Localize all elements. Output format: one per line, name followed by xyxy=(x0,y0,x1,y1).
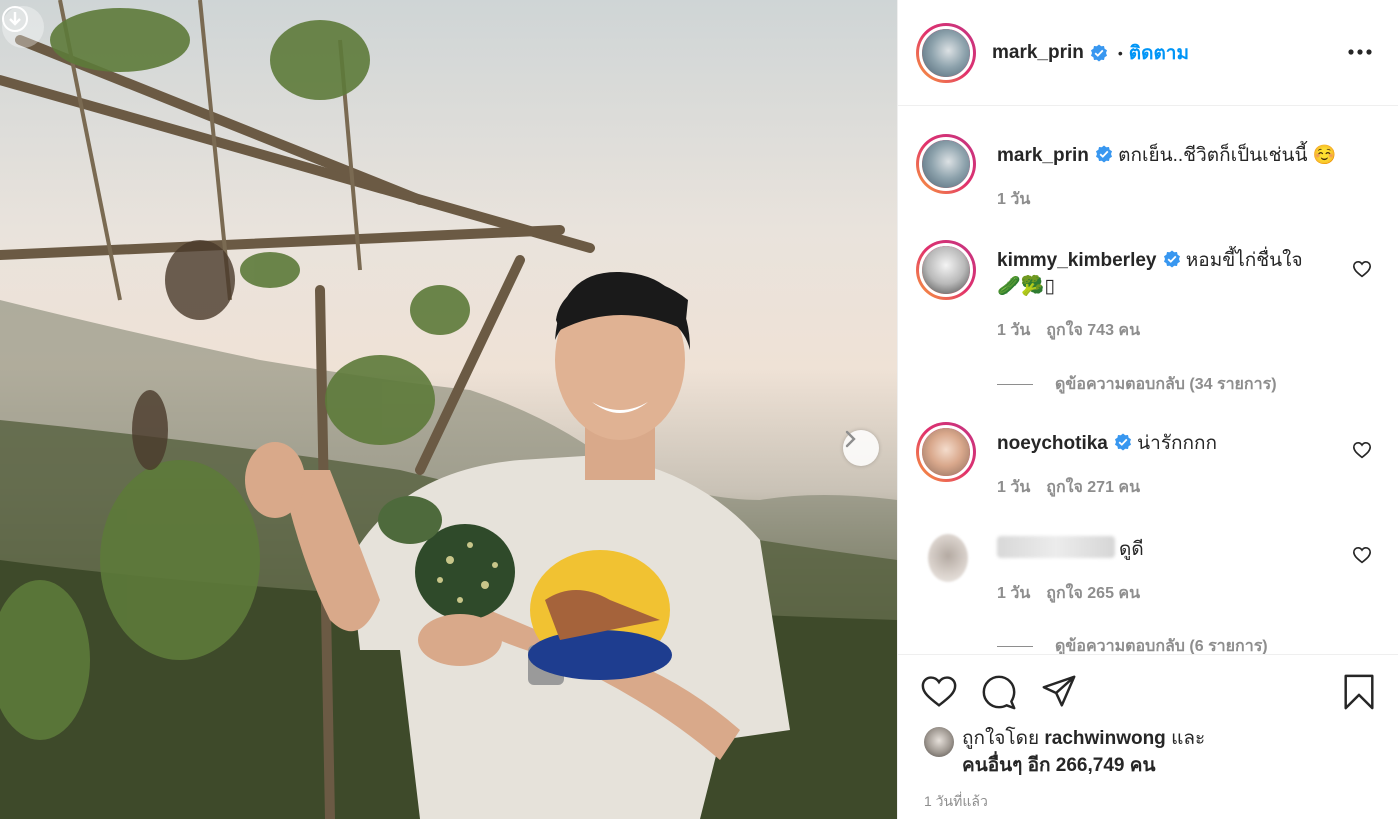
commenter-username[interactable]: kimmy_kimberley xyxy=(997,250,1157,271)
comment-icon[interactable] xyxy=(980,673,1018,711)
post-header: mark_prin • ติดตาม xyxy=(898,0,1398,106)
comment-likes[interactable]: ถูกใจ 743 คน xyxy=(1046,322,1140,339)
blurred-username[interactable] xyxy=(997,536,1115,558)
follow-button[interactable]: ติดตาม xyxy=(1129,38,1189,68)
post-side-panel: mark_prin • ติดตาม mark_prin ตกเย็น..ชีว… xyxy=(897,0,1398,819)
caption-text: ตกเย็น..ชีวิตก็เป็นเช่นนี้ ☺️ xyxy=(1118,145,1337,166)
download-icon xyxy=(2,6,28,32)
heart-icon[interactable] xyxy=(920,673,958,711)
commenter-avatar[interactable] xyxy=(916,422,976,482)
commenter-username[interactable]: noeychotika xyxy=(997,433,1108,454)
comment-like-heart-icon[interactable] xyxy=(1352,441,1372,459)
comment-like-heart-icon[interactable] xyxy=(1352,260,1372,278)
comment-emoji: 🥒🥦▯ xyxy=(997,276,1055,297)
share-icon[interactable] xyxy=(1040,673,1078,711)
caption-username[interactable]: mark_prin xyxy=(997,145,1089,166)
caption: mark_prin ตกเย็น..ชีวิตก็เป็นเช่นนี้ ☺️ … xyxy=(916,134,1386,244)
likes-count[interactable]: คนอื่นๆ อีก 266,749 คน xyxy=(962,755,1155,776)
comment-time[interactable]: 1 วัน xyxy=(997,585,1030,602)
author-username[interactable]: mark_prin xyxy=(992,42,1084,64)
liked-by-and: และ xyxy=(1171,728,1206,749)
caption-time[interactable]: 1 วัน xyxy=(997,191,1030,208)
author-avatar[interactable] xyxy=(916,22,976,83)
more-options-button[interactable] xyxy=(1346,38,1374,66)
comment-time[interactable]: 1 วัน xyxy=(997,479,1030,496)
bookmark-icon[interactable] xyxy=(1340,673,1378,711)
comment-item: noeychotika น่ารักกกก 1 วัน ถูกใจ 271 คน xyxy=(916,422,1386,522)
verified-icon xyxy=(1114,433,1131,451)
post-timestamp[interactable]: 1 วันที่แล้ว xyxy=(924,791,988,813)
chevron-right-icon xyxy=(845,430,856,448)
download-button[interactable] xyxy=(2,6,44,48)
next-photo-button[interactable] xyxy=(843,430,879,466)
commenter-avatar[interactable] xyxy=(928,534,968,582)
post-actions: ถูกใจโดย rachwinwong และ คนอื่นๆ อีก 266… xyxy=(898,654,1398,819)
comment-text: น่ารักกกก xyxy=(1137,433,1218,454)
liked-by-prefix: ถูกใจโดย xyxy=(962,728,1040,749)
more-icon xyxy=(1348,49,1372,55)
comment-text: ดูดี xyxy=(1119,539,1144,560)
commenter-avatar[interactable] xyxy=(916,240,976,300)
author-avatar[interactable] xyxy=(916,134,976,194)
liked-by: ถูกใจโดย rachwinwong และ คนอื่นๆ อีก 266… xyxy=(924,725,1205,779)
separator-dot: • xyxy=(1117,44,1123,61)
instagram-post-view: mark_prin • ติดตาม mark_prin ตกเย็น..ชีว… xyxy=(0,0,1398,819)
comment-text: หอมขี้ไก่ชื่นใจ xyxy=(1185,250,1303,271)
verified-icon xyxy=(1090,44,1107,61)
verified-icon xyxy=(1163,250,1180,268)
photo-illustration xyxy=(0,0,897,819)
view-replies-button[interactable]: ดูข้อความตอบกลับ (34 รายการ) xyxy=(997,372,1277,397)
comment-item: kimmy_kimberley หอมขี้ไก่ชื่นใจ 🥒🥦▯ 1 วั… xyxy=(916,240,1386,400)
verified-icon xyxy=(1095,145,1112,163)
liker-avatar[interactable] xyxy=(924,727,954,757)
view-replies-button[interactable]: ดูข้อความตอบกลับ (6 รายการ) xyxy=(997,634,1268,654)
post-photo[interactable] xyxy=(0,0,897,819)
comment-likes[interactable]: ถูกใจ 271 คน xyxy=(1046,479,1140,496)
comment-item: ดูดี 1 วัน ถูกใจ 265 คน ดูข้อความตอบกลับ … xyxy=(916,528,1386,654)
comment-like-heart-icon[interactable] xyxy=(1352,546,1372,564)
comment-time[interactable]: 1 วัน xyxy=(997,322,1030,339)
liked-by-user[interactable]: rachwinwong xyxy=(1044,728,1165,749)
comments-list[interactable]: mark_prin ตกเย็น..ชีวิตก็เป็นเช่นนี้ ☺️ … xyxy=(898,106,1398,654)
comment-likes[interactable]: ถูกใจ 265 คน xyxy=(1046,585,1140,602)
